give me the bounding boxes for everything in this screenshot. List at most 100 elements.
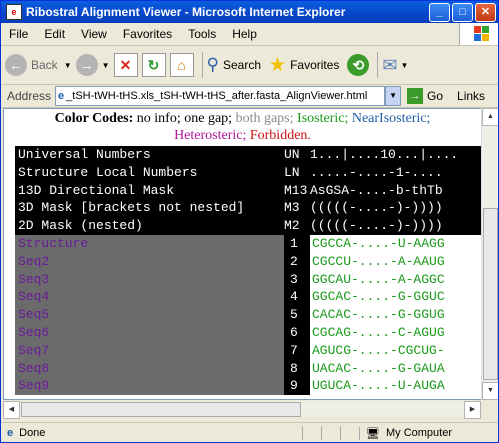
mask-row: Structure Local Numbers LN .....-....-1-..… bbox=[15, 163, 481, 182]
legend-item: Isosteric; bbox=[297, 111, 349, 126]
mask-row: 13D Directional Mask M13 AsGSA-....-b-thTb bbox=[15, 181, 481, 200]
sequence-row: Seq8 8 UACAC-....-G-GAUA bbox=[15, 359, 481, 378]
maximize-button[interactable]: □ bbox=[452, 2, 473, 22]
row-code: M3 bbox=[284, 200, 300, 216]
sequence-row: Seq9 9 UGUCA-....-U-AUGA bbox=[15, 377, 481, 396]
row-code: M2 bbox=[284, 218, 300, 234]
search-button[interactable]: ⚲ Search bbox=[207, 55, 261, 75]
home-button[interactable]: ⌂ bbox=[169, 53, 194, 77]
minimize-button[interactable]: _ bbox=[429, 2, 450, 22]
browser-window: e Ribostral Alignment Viewer - Microsoft… bbox=[0, 0, 499, 443]
horizontal-scroll-thumb[interactable] bbox=[21, 402, 301, 417]
row-seq: 1...|....10...|.... bbox=[310, 147, 459, 162]
legend-item: one gap; bbox=[184, 111, 233, 126]
sequence-row: Seq6 6 CGCAG-....-C-AGUG bbox=[15, 323, 481, 342]
scroll-up-button[interactable]: ▲ bbox=[482, 108, 498, 126]
address-value: _tSH-tWH-tHS.xls_tSH-tWH-tHS_after.fasta… bbox=[66, 90, 368, 102]
row-seq: (((((-....-)-)))) bbox=[310, 200, 443, 216]
sequence-row: Seq5 5 CACAC-....-G-GGUG bbox=[15, 306, 481, 324]
row-seq: UACAC-....-G-GAUA bbox=[310, 359, 481, 378]
legend-item: NearIsosteric; bbox=[351, 111, 431, 126]
go-arrow-icon: → bbox=[407, 88, 424, 104]
row-label: 2D Mask (nested) bbox=[18, 218, 143, 234]
address-bar: Address e _tSH-tWH-tHS.xls_tSH-tWH-tHS_a… bbox=[1, 85, 498, 108]
address-input[interactable]: e _tSH-tWH-tHS.xls_tSH-tWH-tHS_after.fas… bbox=[55, 86, 386, 106]
stop-button[interactable]: ✕ bbox=[113, 53, 138, 77]
links-button[interactable]: Links bbox=[457, 89, 485, 103]
status-pane bbox=[321, 426, 340, 440]
row-label: Seq5 bbox=[15, 306, 284, 324]
computer-icon: 🖥 bbox=[366, 427, 380, 440]
legend-item: Forbidden. bbox=[249, 128, 311, 143]
media-button[interactable]: ⟲ bbox=[347, 54, 370, 76]
go-label: Go bbox=[427, 89, 444, 103]
legend-item: no info; bbox=[136, 111, 181, 126]
close-button[interactable]: ✕ bbox=[475, 2, 496, 22]
page-content: Color Codes: no info; one gap; both gaps… bbox=[3, 108, 482, 400]
menu-edit[interactable]: Edit bbox=[36, 27, 73, 41]
go-button[interactable]: → Go bbox=[407, 88, 443, 104]
sequence-row: Seq4 4 GGCAC-....-G-GGUC bbox=[15, 288, 481, 307]
back-button[interactable]: ← Back ▼ bbox=[5, 54, 72, 76]
row-label: Structure Local Numbers bbox=[18, 164, 198, 180]
forward-button[interactable]: → ▼ bbox=[75, 54, 110, 76]
row-seq: (((((-....-)-)))) bbox=[310, 218, 443, 234]
row-code: 4 bbox=[284, 288, 310, 307]
row-code: UN bbox=[284, 147, 300, 162]
row-code: 6 bbox=[284, 323, 310, 342]
search-icon: ⚲ bbox=[206, 55, 219, 74]
refresh-button[interactable]: ↻ bbox=[141, 53, 166, 77]
row-seq: CGCCA-....-U-AAGG bbox=[310, 234, 481, 253]
sequence-row: Seq3 3 GGCAU-....-A-AGGC bbox=[15, 270, 481, 289]
row-seq: GGCAU-....-A-AGGC bbox=[310, 270, 481, 289]
menu-bar: File Edit View Favorites Tools Help bbox=[1, 23, 498, 46]
window-title: Ribostral Alignment Viewer - Microsoft I… bbox=[26, 5, 346, 19]
vertical-scroll-thumb[interactable] bbox=[483, 208, 498, 380]
legend-title: Color Codes: bbox=[54, 111, 134, 126]
chevron-down-icon: ▼ bbox=[400, 60, 409, 70]
menu-help[interactable]: Help bbox=[224, 27, 265, 41]
status-done: e Done bbox=[1, 427, 302, 439]
toolbar: ← Back ▼ → ▼ ✕ ↻ ⌂ ⚲ Search ★ Favorites … bbox=[1, 46, 498, 85]
star-icon: ★ bbox=[269, 54, 287, 76]
row-label: Structure bbox=[15, 234, 284, 253]
back-label: Back bbox=[31, 58, 58, 72]
row-label: Seq9 bbox=[15, 377, 284, 396]
row-label: Seq3 bbox=[15, 270, 284, 289]
page-icon: e bbox=[7, 427, 14, 439]
refresh-icon: ↻ bbox=[141, 53, 166, 77]
mail-icon: ✉ bbox=[382, 54, 398, 75]
scroll-right-button[interactable]: ▶ bbox=[464, 401, 481, 419]
menu-tools[interactable]: Tools bbox=[180, 27, 224, 41]
scroll-down-button[interactable]: ▼ bbox=[482, 382, 498, 400]
horizontal-scrollbar[interactable]: ◀ ▶ bbox=[3, 401, 481, 419]
row-code: 8 bbox=[284, 359, 310, 378]
vertical-scrollbar[interactable]: ▲ ▼ bbox=[481, 108, 498, 400]
mask-row: 2D Mask (nested) M2 (((((-....-)-)))) bbox=[15, 217, 481, 235]
zone-text: My Computer bbox=[385, 427, 452, 439]
status-pane bbox=[302, 426, 321, 440]
alignment-grid: Universal Numbers UN 1...|....10...|.... St… bbox=[15, 146, 481, 396]
sequence-row: Seq2 2 CGCCU-....-A-AAUG bbox=[15, 252, 481, 271]
favorites-button[interactable]: ★ Favorites bbox=[269, 54, 339, 77]
row-label: 13D Directional Mask bbox=[18, 182, 175, 198]
row-seq: AGUCG-....-CGCUG- bbox=[310, 341, 481, 360]
menu-favorites[interactable]: Favorites bbox=[115, 27, 180, 41]
sequence-row: Seq7 7 AGUCG-....-CGCUG- bbox=[15, 341, 481, 360]
row-seq: CACAC-....-G-GGUG bbox=[310, 306, 481, 324]
address-dropdown-button[interactable]: ▼ bbox=[385, 86, 402, 106]
row-seq: CGCAG-....-C-AGUG bbox=[310, 323, 481, 342]
chevron-down-icon: ▼ bbox=[63, 60, 72, 70]
status-bar: e Done 🖥 My Computer bbox=[1, 422, 498, 442]
scroll-left-button[interactable]: ◀ bbox=[3, 401, 20, 419]
legend-item: Heterosteric; bbox=[174, 128, 247, 143]
menu-file[interactable]: File bbox=[1, 27, 36, 41]
menu-view[interactable]: View bbox=[73, 27, 115, 41]
ie-app-icon: e bbox=[6, 4, 22, 20]
row-seq: GGCAC-....-G-GGUC bbox=[310, 288, 481, 307]
mask-row: Universal Numbers UN 1...|....10...|.... bbox=[15, 146, 481, 164]
row-label: Seq6 bbox=[15, 323, 284, 342]
mail-button[interactable]: ✉ ▼ bbox=[382, 55, 408, 76]
row-label: Universal Numbers bbox=[18, 147, 151, 162]
row-label: 3D Mask [brackets not nested] bbox=[18, 200, 245, 216]
